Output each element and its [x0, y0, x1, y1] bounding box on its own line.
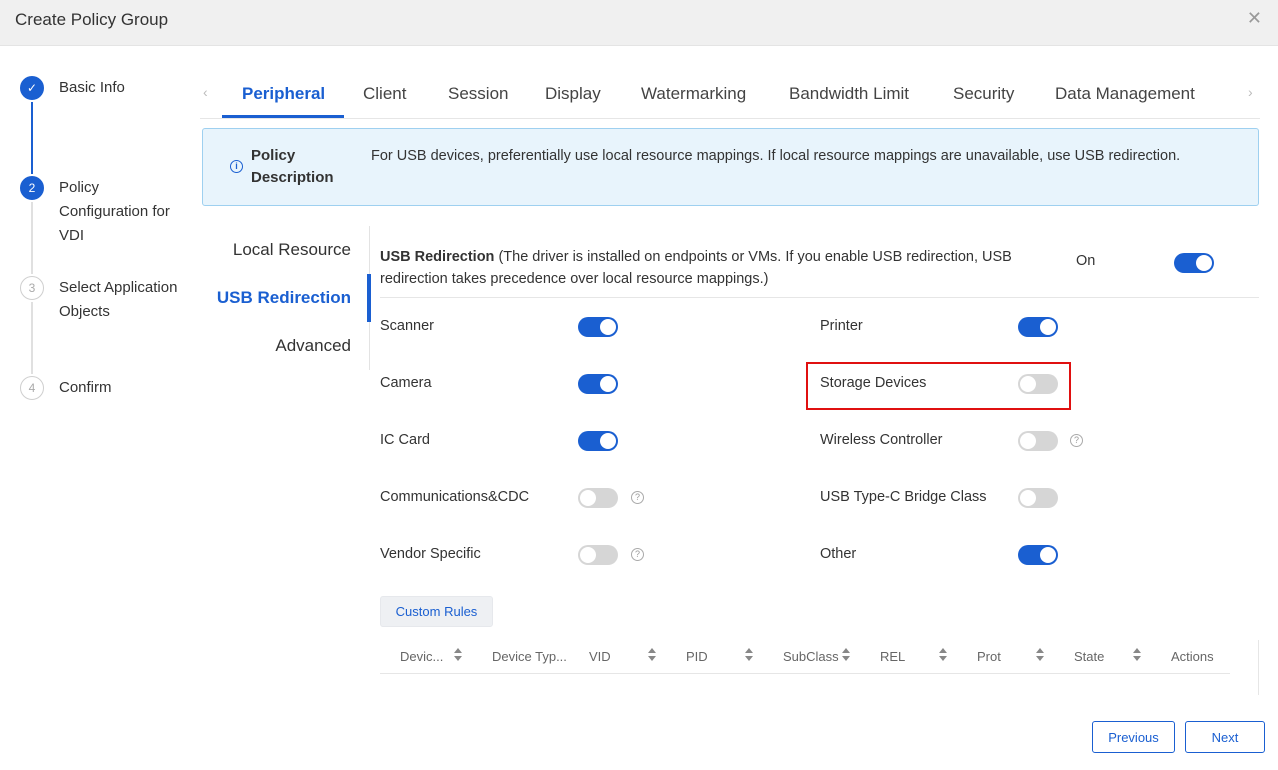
- tab-security[interactable]: Security: [953, 84, 1014, 104]
- sort-icon[interactable]: [842, 648, 851, 662]
- subnav-local-resource[interactable]: Local Resource: [233, 240, 351, 260]
- sort-icon[interactable]: [1133, 648, 1142, 662]
- communications-cdc-toggle[interactable]: [578, 488, 618, 508]
- sort-icon[interactable]: [745, 648, 754, 662]
- tab-client[interactable]: Client: [363, 84, 406, 104]
- wizard-steps: ✓ Basic Info 2 Policy Configuration for …: [0, 46, 200, 446]
- step-1-label: Basic Info: [59, 79, 125, 96]
- subnav-advanced[interactable]: Advanced: [275, 336, 351, 356]
- chevron-right-icon[interactable]: ›: [1248, 84, 1253, 100]
- usb-redirection-header: USB Redirection (The driver is installed…: [380, 246, 1060, 290]
- column-header-device-type: Device Typ...: [492, 649, 567, 664]
- column-header-state: State: [1074, 649, 1105, 664]
- tab-bandwidth-limit[interactable]: Bandwidth Limit: [789, 84, 909, 104]
- device-label-communications-cdc: Communications&CDC: [380, 489, 530, 505]
- custom-rules-button[interactable]: Custom Rules: [380, 596, 493, 627]
- info-icon: i: [230, 160, 243, 173]
- scanner-toggle[interactable]: [578, 317, 618, 337]
- tab-watermarking[interactable]: Watermarking: [641, 84, 746, 104]
- step-3-number: 3: [20, 276, 44, 300]
- sort-icon[interactable]: [1036, 648, 1045, 662]
- column-header-device: Devic...: [400, 649, 444, 664]
- step-4-label: Confirm: [59, 379, 112, 396]
- sort-icon[interactable]: [939, 648, 948, 662]
- step-4-number: 4: [20, 376, 44, 400]
- dialog-title: Create Policy Group: [15, 10, 169, 29]
- column-header-rel: REL: [880, 649, 906, 664]
- policy-description-box: i Policy Description For USB devices, pr…: [202, 128, 1259, 206]
- sort-icon[interactable]: [648, 648, 657, 662]
- policy-description-label: Policy Description: [251, 147, 334, 186]
- device-label-printer: Printer: [820, 318, 863, 334]
- column-header-vid: VID: [589, 649, 611, 664]
- usb-type-c-bridge-toggle[interactable]: [1018, 488, 1058, 508]
- camera-toggle[interactable]: [578, 374, 618, 394]
- step-3-label: Select Application Objects: [59, 279, 178, 320]
- storage-devices-highlight: [806, 362, 1071, 410]
- column-header-prot: Prot: [977, 649, 1001, 664]
- help-icon[interactable]: ?: [1070, 434, 1083, 447]
- device-label-camera: Camera: [380, 375, 432, 391]
- section-divider: [380, 297, 1259, 298]
- vendor-specific-toggle[interactable]: [578, 545, 618, 565]
- usb-redirection-title: USB Redirection: [380, 249, 495, 265]
- tab-display[interactable]: Display: [545, 84, 601, 104]
- step-connector: [31, 302, 33, 374]
- device-label-wireless-controller: Wireless Controller: [820, 432, 943, 448]
- help-icon[interactable]: ?: [631, 491, 644, 504]
- table-scrollbar[interactable]: [1258, 640, 1259, 695]
- subnav-active-indicator: [367, 274, 371, 322]
- column-header-pid: PID: [686, 649, 708, 664]
- device-label-usb-type-c-bridge: USB Type-C Bridge Class: [820, 489, 987, 505]
- wireless-controller-toggle[interactable]: [1018, 431, 1058, 451]
- step-connector: [31, 102, 33, 174]
- printer-toggle[interactable]: [1018, 317, 1058, 337]
- custom-rules-table-header: Devic... Device Typ... VID PID SubClass …: [380, 640, 1230, 674]
- tabs-divider: [200, 118, 1260, 119]
- sort-icon[interactable]: [454, 648, 463, 662]
- ic-card-toggle[interactable]: [578, 431, 618, 451]
- next-button[interactable]: Next: [1185, 721, 1265, 753]
- tab-peripheral[interactable]: Peripheral: [242, 84, 325, 104]
- close-icon[interactable]: ✕: [1247, 8, 1262, 29]
- device-label-ic-card: IC Card: [380, 432, 430, 448]
- other-toggle[interactable]: [1018, 545, 1058, 565]
- step-1-check-icon: ✓: [20, 76, 44, 100]
- chevron-left-icon[interactable]: ‹: [203, 84, 208, 100]
- previous-button[interactable]: Previous: [1092, 721, 1175, 753]
- subnav-usb-redirection[interactable]: USB Redirection: [217, 288, 351, 308]
- step-2-label: Policy Configuration for VDI: [59, 179, 170, 244]
- step-connector: [31, 202, 33, 274]
- device-label-vendor-specific: Vendor Specific: [380, 546, 481, 562]
- column-header-subclass: SubClass: [783, 649, 839, 664]
- step-2-number: 2: [20, 176, 44, 200]
- device-label-other: Other: [820, 546, 857, 562]
- policy-description-text: For USB devices, preferentially use loca…: [371, 148, 1181, 164]
- usb-redirection-toggle[interactable]: [1174, 253, 1214, 273]
- help-icon[interactable]: ?: [631, 548, 644, 561]
- column-header-actions: Actions: [1171, 649, 1214, 664]
- device-label-scanner: Scanner: [380, 318, 435, 334]
- tab-session[interactable]: Session: [448, 84, 508, 104]
- dialog-titlebar: Create Policy Group ✕: [0, 0, 1278, 46]
- policy-tabs: ‹ Peripheral Client Session Display Wate…: [200, 46, 1278, 120]
- usb-redirection-state: On: [1076, 253, 1096, 269]
- tab-data-management[interactable]: Data Management: [1055, 84, 1195, 104]
